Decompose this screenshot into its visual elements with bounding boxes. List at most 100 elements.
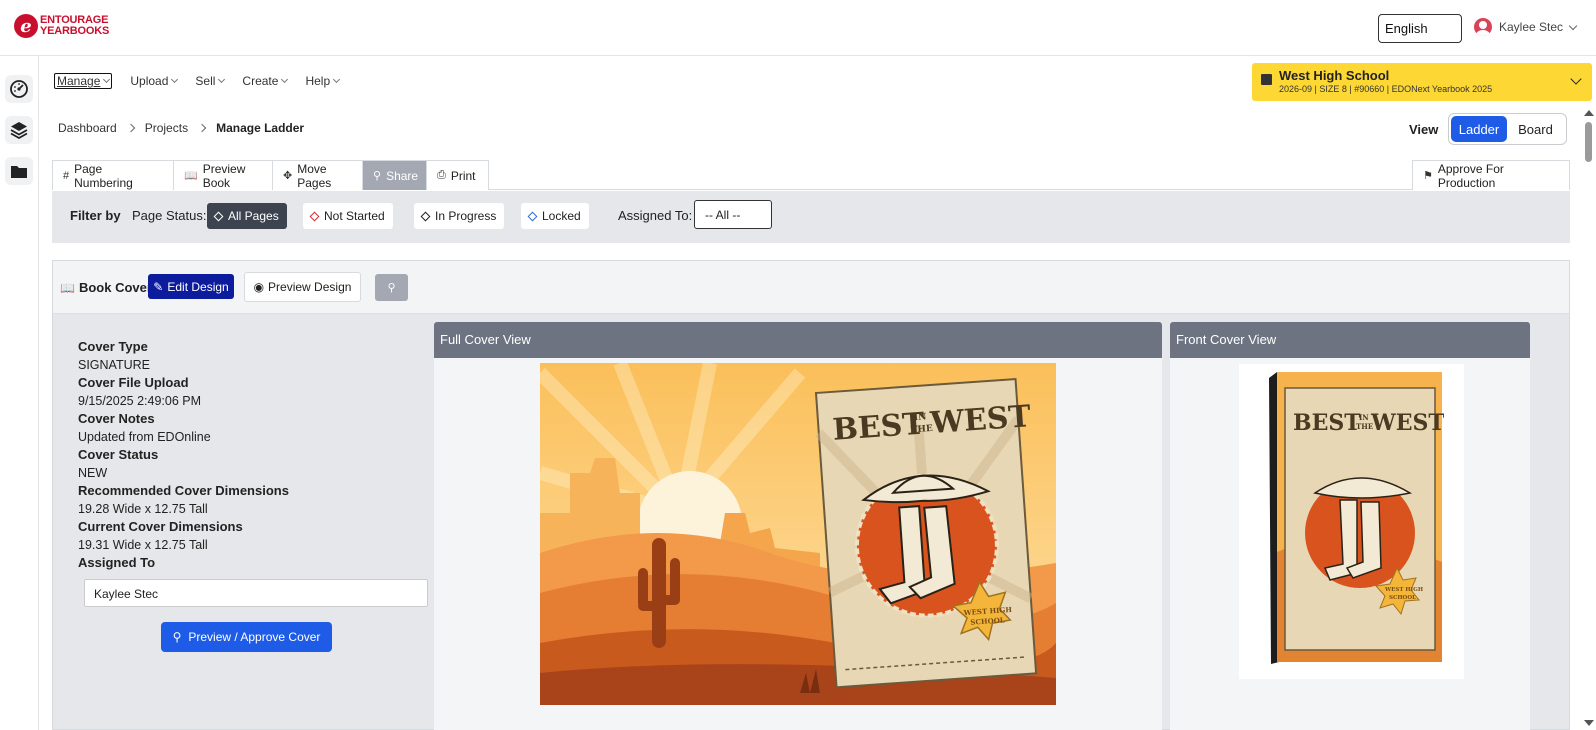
- cover-type-value: SIGNATURE: [78, 358, 150, 372]
- page-status-label: Page Status:: [132, 208, 207, 223]
- share-button[interactable]: ⚲ Share: [362, 160, 427, 190]
- breadcrumb-dashboard[interactable]: Dashboard: [58, 121, 117, 135]
- view-label: View: [1409, 122, 1439, 137]
- scroll-up-arrow-icon[interactable]: [1584, 110, 1594, 116]
- language-select[interactable]: English: [1378, 14, 1462, 43]
- edit-design-button[interactable]: ✎ Edit Design: [148, 274, 234, 299]
- book-cover-section: 📖 Book Cover ✎ Edit Design ◉ Preview Desig…: [52, 260, 1570, 730]
- school-name: West High School: [1279, 68, 1390, 83]
- menu-manage[interactable]: Manage: [54, 73, 113, 89]
- view-board-button[interactable]: Board: [1507, 116, 1564, 142]
- folder-icon[interactable]: [5, 157, 33, 185]
- current-dimensions-value: 19.31 Wide x 12.75 Tall: [78, 538, 208, 552]
- cover-file-upload-value: 9/15/2025 2:49:06 PM: [78, 394, 202, 408]
- cover-type-label: Cover Type: [78, 339, 148, 354]
- chevron-down-icon: [1568, 21, 1578, 30]
- chevron-down-icon: [103, 75, 111, 84]
- preview-book-button[interactable]: 📖 Preview Book: [173, 160, 273, 190]
- cover-headline-in: IN: [914, 412, 927, 423]
- logo-line-2: YEARBOOKS: [40, 25, 110, 37]
- cover-status-value: NEW: [78, 466, 108, 480]
- filter-in-progress[interactable]: In Progress: [414, 203, 505, 229]
- book-cover-header: 📖 Book Cover ✎ Edit Design ◉ Preview Desig…: [53, 261, 1569, 314]
- chevron-down-icon: [218, 75, 226, 84]
- ladder-toolbar: # Page Numbering 📖 Preview Book ✥ Move Page…: [52, 160, 1570, 190]
- main-menu: Manage Upload Sell Create Help: [54, 72, 357, 90]
- cover-notes-label: Cover Notes: [78, 411, 155, 426]
- print-button[interactable]: ⎙ Print: [426, 160, 489, 190]
- chevron-right-icon: [197, 123, 207, 133]
- cover-headline-west: WEST: [928, 399, 1032, 441]
- printer-icon: ⎙: [437, 169, 446, 181]
- chevron-down-icon: [333, 75, 341, 84]
- search-icon: ⚲: [172, 630, 182, 644]
- scroll-down-arrow-icon[interactable]: [1584, 720, 1594, 726]
- filter-all-pages[interactable]: All Pages: [207, 203, 287, 229]
- share-cover-button[interactable]: ⚲: [375, 274, 408, 301]
- recommended-dimensions-value: 19.28 Wide x 12.75 Tall: [78, 502, 208, 516]
- move-pages-button[interactable]: ✥ Move Pages: [272, 160, 363, 190]
- preview-design-button[interactable]: ◉ Preview Design: [244, 272, 361, 302]
- hash-icon: #: [63, 169, 70, 182]
- assigned-to-input[interactable]: Kaylee Stec: [84, 579, 428, 607]
- user-name: Kaylee Stec: [1499, 20, 1564, 34]
- filter-not-started[interactable]: Not Started: [303, 203, 393, 229]
- chevron-down-icon: [1570, 73, 1582, 85]
- logo-mark-icon: e: [14, 14, 38, 38]
- preview-approve-cover-button[interactable]: ⚲ Preview / Approve Cover: [161, 622, 332, 652]
- share-icon: ⚲: [373, 170, 382, 182]
- front-cover-view-header: Front Cover View: [1170, 322, 1530, 358]
- assigned-to-filter-label: Assigned To:: [618, 208, 693, 223]
- breadcrumb-current: Manage Ladder: [216, 121, 305, 135]
- user-avatar-icon: [1474, 18, 1492, 36]
- layers-icon[interactable]: [5, 116, 33, 144]
- cover-file-upload-label: Cover File Upload: [78, 375, 189, 390]
- diamond-blue-icon: [527, 211, 538, 221]
- dashboard-gauge-icon[interactable]: [5, 75, 33, 103]
- front-cover-headline-in: IN: [1359, 413, 1369, 422]
- assigned-to-label: Assigned To: [78, 555, 156, 570]
- filter-by-label: Filter by: [70, 208, 121, 223]
- left-sidebar: [0, 56, 39, 730]
- book-icon: [1261, 74, 1272, 85]
- book-open-icon: 📖: [184, 170, 198, 182]
- scroll-thumb[interactable]: [1585, 122, 1592, 162]
- eye-icon: ◉: [253, 280, 265, 294]
- menu-sell[interactable]: Sell: [195, 74, 226, 88]
- recommended-dimensions-label: Recommended Cover Dimensions: [78, 483, 289, 498]
- assigned-to-filter-select[interactable]: -- All --: [694, 200, 772, 229]
- current-dimensions-label: Current Cover Dimensions: [78, 519, 243, 534]
- cover-notes-value: Updated from EDOnline: [78, 430, 211, 444]
- front-cover-image-frame[interactable]: BEST IN THE WEST WEST HIGH SCHOOL: [1239, 364, 1464, 679]
- front-cover-headline-west: WEST: [1370, 410, 1444, 436]
- front-cover-badge-line1: WEST HIGH: [1384, 587, 1423, 593]
- menu-help[interactable]: Help: [305, 74, 341, 88]
- entourage-logo[interactable]: e ENTOURAGE YEARBOOKS: [14, 14, 109, 38]
- breadcrumb: Dashboard Projects Manage Ladder: [58, 121, 304, 135]
- chevron-right-icon: [126, 123, 135, 133]
- share-icon: ⚲: [387, 282, 396, 294]
- view-ladder-button[interactable]: Ladder: [1451, 116, 1507, 142]
- menu-upload[interactable]: Upload: [130, 74, 179, 88]
- book-open-icon: 📖: [60, 280, 75, 295]
- move-arrows-icon: ✥: [283, 170, 293, 182]
- diamond-icon: [213, 211, 224, 221]
- chevron-down-icon: [171, 75, 179, 84]
- page-numbering-button[interactable]: # Page Numbering: [52, 160, 174, 190]
- view-toggle: Ladder Board: [1448, 113, 1567, 145]
- front-cover-headline-best: BEST: [1293, 410, 1361, 436]
- chevron-down-icon: [281, 75, 289, 84]
- full-cover-image[interactable]: BEST IN THE WEST WEST HIGH SCHOOL: [540, 363, 1056, 705]
- user-menu[interactable]: Kaylee Stec: [1474, 18, 1578, 36]
- menu-create[interactable]: Create: [242, 74, 289, 88]
- page-scrollbar[interactable]: [1582, 108, 1596, 730]
- front-cover-view-panel: BEST IN THE WEST WEST HIGH SCHOOL: [1170, 358, 1530, 730]
- approve-production-button[interactable]: ⚑ Approve For Production: [1412, 160, 1570, 190]
- school-selector[interactable]: West High School 2026-09 | SIZE 8 | #906…: [1252, 63, 1592, 101]
- breadcrumb-projects[interactable]: Projects: [145, 121, 188, 135]
- full-cover-view-panel: BEST IN THE WEST WEST HIGH SCHOOL: [434, 358, 1162, 730]
- filter-locked[interactable]: Locked: [521, 203, 589, 229]
- top-bar: e ENTOURAGE YEARBOOKS English Kaylee Ste…: [0, 0, 1596, 56]
- front-cover-badge-line2: SCHOOL: [1389, 595, 1416, 601]
- front-cover-image: BEST IN THE WEST WEST HIGH SCHOOL: [1269, 372, 1444, 664]
